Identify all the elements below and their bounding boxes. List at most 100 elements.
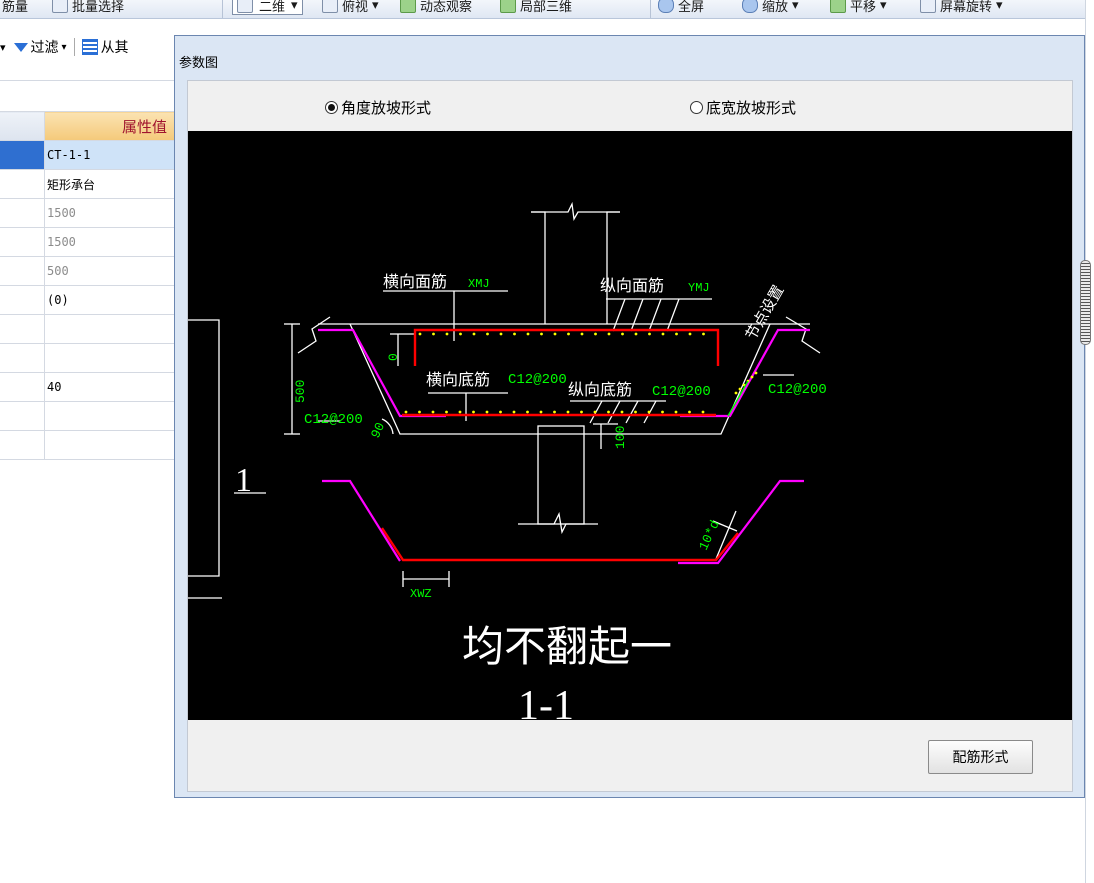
- node-dot: [526, 332, 530, 336]
- node-dot: [634, 410, 637, 414]
- leader-ymj-slash: [666, 298, 680, 332]
- fullscreen-button[interactable]: 全屏: [658, 0, 704, 16]
- table-row[interactable]: (0): [0, 285, 176, 315]
- property-value-cell[interactable]: [44, 401, 176, 431]
- node-dot: [539, 410, 543, 414]
- filter-icon: [13, 42, 28, 52]
- pile-outline: [537, 425, 585, 525]
- radio-angle-label: 角度放坡形式: [341, 99, 432, 117]
- right-break-line: [785, 316, 821, 354]
- left-break-line: [297, 316, 331, 354]
- node-dot: [445, 410, 448, 414]
- lower-right-slope-rebar: [678, 479, 804, 565]
- batch-select-icon: [52, 0, 68, 13]
- spec-left: C12@200: [304, 412, 363, 428]
- rebar-quantity-button[interactable]: 筋量: [2, 0, 28, 16]
- code-xwz: XWZ: [410, 587, 432, 601]
- scrollbar-thumb[interactable]: [1080, 260, 1091, 345]
- node-dot: [553, 410, 556, 414]
- node-dot: [404, 410, 408, 414]
- local-3d-label: 局部三维: [520, 0, 573, 15]
- property-value-cell[interactable]: 1500: [44, 198, 176, 228]
- table-row[interactable]: [0, 401, 176, 431]
- column-left-edge: [531, 211, 546, 324]
- property-value-cell[interactable]: 40: [44, 372, 176, 402]
- node-dot: [688, 332, 692, 336]
- table-row[interactable]: 40: [0, 372, 176, 402]
- property-value-cell[interactable]: [44, 430, 176, 460]
- table-row[interactable]: 1500: [0, 227, 176, 257]
- top-view-icon: [322, 0, 338, 13]
- property-value-cell[interactable]: 1500: [44, 227, 176, 257]
- parameter-diagram-dialog: 参数图 角度放坡形式 底宽放坡形式 1 横向面筋 XMJ 纵向面筋 YMJ 节点…: [174, 35, 1085, 798]
- node-dot: [634, 332, 638, 336]
- property-value-cell[interactable]: 矩形承台: [44, 169, 176, 199]
- node-dot: [553, 332, 557, 336]
- node-dot: [580, 410, 583, 414]
- local-3d-button[interactable]: 局部三维: [500, 0, 572, 16]
- property-value-cell[interactable]: (0): [44, 285, 176, 315]
- screen-rotate-button[interactable]: 屏幕旋转 ▾: [920, 0, 1003, 16]
- table-row[interactable]: [0, 314, 176, 344]
- filter-button[interactable]: 过滤 ▾: [13, 37, 67, 57]
- label-ymj: 纵向面筋: [600, 277, 664, 295]
- radio-angle-slope[interactable]: 角度放坡形式: [325, 97, 431, 118]
- label-xdj: 横向底筋: [426, 371, 490, 389]
- toolbar-divider: [650, 0, 651, 18]
- copy-from-icon: [81, 39, 98, 55]
- property-value-cell[interactable]: [44, 343, 176, 373]
- node-dot: [418, 332, 422, 336]
- top-view-button[interactable]: 俯视 ▾: [322, 0, 379, 16]
- property-value-cell[interactable]: [44, 314, 176, 344]
- node-dot: [702, 332, 705, 336]
- radio-width-label: 底宽放坡形式: [706, 99, 797, 117]
- node-dot: [432, 332, 435, 336]
- node-dot: [431, 410, 435, 414]
- property-value-cell[interactable]: CT-1-1: [44, 140, 176, 170]
- screen-rotate-label: 屏幕旋转: [940, 0, 993, 15]
- node-dot: [499, 332, 503, 336]
- table-row[interactable]: [0, 430, 176, 460]
- batch-select-button[interactable]: 批量选择: [52, 0, 124, 16]
- zoom-button[interactable]: 缩放 ▾: [742, 0, 799, 16]
- code-xmj: XMJ: [468, 277, 490, 291]
- pan-icon: [830, 0, 846, 13]
- node-dot: [458, 410, 462, 414]
- chevron-down-icon: ▾: [372, 0, 379, 13]
- chevron-down-icon[interactable]: ▾: [0, 41, 6, 54]
- dynamic-observe-button[interactable]: 动态观察: [400, 0, 472, 16]
- radio-width-slope[interactable]: 底宽放坡形式: [690, 97, 796, 118]
- top-view-label: 俯视: [342, 0, 369, 15]
- table-row[interactable]: 1500: [0, 198, 176, 228]
- node-dot: [688, 410, 691, 414]
- rebar-form-button[interactable]: 配筋形式: [928, 740, 1033, 774]
- node-dot: [418, 410, 421, 414]
- node-dot: [512, 410, 516, 414]
- batch-select-label: 批量选择: [72, 0, 125, 15]
- zoom-label: 缩放: [762, 0, 789, 15]
- lower-bottom-rebar: [380, 527, 739, 562]
- local-3d-icon: [500, 0, 516, 13]
- table-header-row: 属性值: [0, 111, 176, 141]
- node-dot: [499, 410, 502, 414]
- node-dot: [513, 332, 516, 336]
- table-row[interactable]: 矩形承台: [0, 169, 176, 199]
- property-toolbar: ▾ 过滤 ▾ 从其: [0, 36, 176, 58]
- vertical-scrollbar[interactable]: [1085, 0, 1094, 883]
- node-dot: [580, 332, 584, 336]
- leader-ymj-slash: [648, 298, 662, 332]
- table-row[interactable]: CT-1-1: [0, 140, 176, 170]
- property-value-cell[interactable]: 500: [44, 256, 176, 286]
- node-dot: [526, 410, 529, 414]
- spec-xdj: C12@200: [508, 372, 567, 388]
- table-row[interactable]: 500: [0, 256, 176, 286]
- view-mode-select[interactable]: 二维 ▾: [232, 0, 303, 16]
- copy-from-button[interactable]: 从其: [81, 37, 129, 57]
- table-row[interactable]: [0, 343, 176, 373]
- rotate-icon: [920, 0, 936, 13]
- drawing-caption: 均不翻起一: [462, 623, 672, 670]
- section-label: 1-1: [518, 683, 574, 720]
- left-section-marker: 1: [235, 462, 252, 499]
- pan-button[interactable]: 平移 ▾: [830, 0, 887, 16]
- property-table: 属性值 CT-1-1 矩形承台 1500 1500 500 (0) 40: [0, 111, 176, 460]
